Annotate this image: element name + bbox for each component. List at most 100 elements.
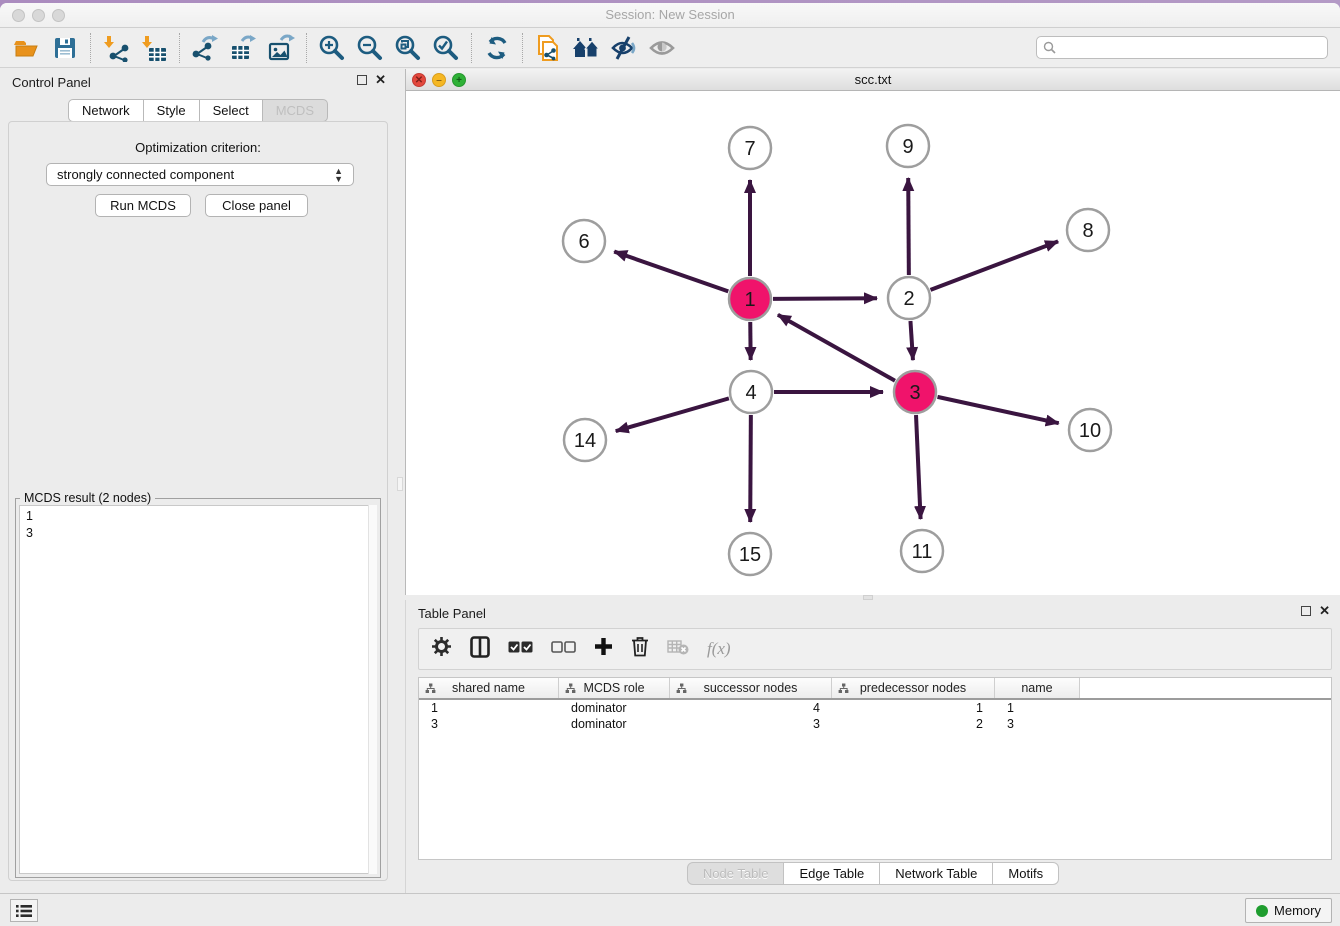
node-label-7: 7 — [744, 138, 755, 160]
table-cell[interactable]: dominator — [559, 700, 670, 716]
graph-edge-2-8[interactable] — [931, 241, 1059, 289]
table-cell[interactable]: 3 — [419, 716, 559, 732]
selected-criterion: strongly connected component — [57, 167, 234, 182]
close-panel-button[interactable]: Close panel — [205, 194, 308, 217]
export-table-icon[interactable] — [224, 31, 262, 65]
node-label-3: 3 — [909, 382, 920, 404]
zoom-in-icon[interactable] — [313, 31, 351, 65]
graph-edge-2-3[interactable] — [910, 321, 912, 360]
import-network-icon[interactable] — [97, 31, 135, 65]
memory-button[interactable]: Memory — [1245, 898, 1332, 923]
search-container — [1036, 36, 1328, 59]
delete-table-icon[interactable] — [667, 639, 689, 660]
list-icon — [16, 904, 32, 918]
column-header-predecessor-nodes[interactable]: predecessor nodes — [832, 678, 995, 698]
column-header-name[interactable]: name — [995, 678, 1080, 698]
tab-node-table[interactable]: Node Table — [687, 862, 785, 885]
zoom-fit-icon[interactable] — [389, 31, 427, 65]
column-header-shared-name[interactable]: shared name — [419, 678, 559, 698]
network-canvas[interactable]: 7968124314101511 — [406, 91, 1340, 595]
float-panel-icon[interactable] — [357, 75, 367, 85]
export-image-icon[interactable] — [262, 31, 300, 65]
run-mcds-button[interactable]: Run MCDS — [95, 194, 191, 217]
control-panel-tabs: NetworkStyleSelectMCDS — [0, 99, 396, 122]
tab-network[interactable]: Network — [68, 99, 144, 122]
table-cell[interactable]: 3 — [995, 716, 1080, 732]
table-body: 1dominator4113dominator323 — [419, 700, 1331, 732]
table-panel: Table Panel ✕ — [405, 600, 1340, 893]
table-cell[interactable]: 1 — [832, 700, 995, 716]
delete-column-icon[interactable] — [631, 636, 649, 662]
toolbar-separator — [522, 33, 523, 63]
node-label-9: 9 — [902, 136, 913, 158]
export-network-icon[interactable] — [186, 31, 224, 65]
save-icon[interactable] — [46, 31, 84, 65]
table-options-icon[interactable] — [431, 636, 452, 662]
window-title: Session: New Session — [0, 7, 1340, 22]
tab-network-table[interactable]: Network Table — [880, 862, 993, 885]
column-header-successor-nodes[interactable]: successor nodes — [670, 678, 832, 698]
graph-edge-3-1[interactable] — [778, 315, 895, 381]
deselect-all-icon[interactable] — [551, 640, 576, 658]
chevron-updown-icon: ▲▼ — [334, 167, 343, 183]
table-panel-title: Table Panel — [418, 606, 486, 621]
graph-edge-4-15[interactable] — [750, 415, 751, 522]
tab-edge-table[interactable]: Edge Table — [784, 862, 880, 885]
hide-selected-icon[interactable] — [605, 31, 643, 65]
refresh-icon[interactable] — [478, 31, 516, 65]
tab-mcds[interactable]: MCDS — [263, 99, 328, 122]
table-cell[interactable]: 4 — [670, 700, 832, 716]
node-label-11: 11 — [912, 541, 933, 563]
graph-edges — [614, 178, 1059, 522]
network-title: scc.txt — [406, 72, 1340, 87]
column-visibility-icon[interactable] — [470, 636, 490, 663]
memory-status-icon — [1256, 905, 1268, 917]
status-bar: Memory — [0, 893, 1340, 926]
open-folder-icon[interactable] — [8, 31, 46, 65]
add-column-icon[interactable] — [594, 637, 613, 661]
search-input[interactable] — [1036, 36, 1328, 59]
table-cell[interactable]: dominator — [559, 716, 670, 732]
main-toolbar — [0, 28, 1340, 68]
toolbar-separator — [306, 33, 307, 63]
optimization-criterion-select[interactable]: strongly connected component ▲▼ — [46, 163, 354, 186]
function-builder-icon[interactable]: f(x) — [707, 639, 731, 659]
splitter-grip[interactable] — [397, 477, 403, 491]
node-label-4: 4 — [745, 382, 756, 404]
graph-edge-1-2[interactable] — [773, 298, 877, 299]
table-cell[interactable]: 1 — [995, 700, 1080, 716]
graph-edge-3-11[interactable] — [916, 415, 921, 519]
select-all-icon[interactable] — [508, 640, 533, 658]
task-history-button[interactable] — [10, 899, 38, 922]
clone-network-icon[interactable] — [529, 31, 567, 65]
table-row[interactable]: 3dominator323 — [419, 716, 1331, 732]
graph-edge-1-6[interactable] — [614, 252, 728, 292]
table-cell[interactable]: 1 — [419, 700, 559, 716]
graph-edge-2-9[interactable] — [908, 178, 909, 275]
tab-motifs[interactable]: Motifs — [993, 862, 1059, 885]
tab-select[interactable]: Select — [200, 99, 263, 122]
import-table-icon[interactable] — [135, 31, 173, 65]
result-scrollbar[interactable] — [368, 505, 377, 874]
column-header-MCDS-role[interactable]: MCDS role — [559, 678, 670, 698]
vertical-splitter[interactable] — [396, 69, 405, 893]
app-window: Session: New Session — [0, 3, 1340, 926]
first-neighbors-icon[interactable] — [567, 31, 605, 65]
table-cell[interactable]: 2 — [832, 716, 995, 732]
zoom-selected-icon[interactable] — [427, 31, 465, 65]
zoom-out-icon[interactable] — [351, 31, 389, 65]
table-row[interactable]: 1dominator411 — [419, 700, 1331, 716]
float-panel-icon[interactable] — [1301, 606, 1311, 616]
toolbar-separator — [471, 33, 472, 63]
mcds-result-text[interactable]: 1 3 — [19, 505, 377, 874]
tab-style[interactable]: Style — [144, 99, 200, 122]
graph-edge-4-14[interactable] — [616, 398, 729, 431]
show-all-icon[interactable] — [643, 31, 681, 65]
graph-edge-3-10[interactable] — [937, 397, 1058, 423]
close-panel-icon[interactable]: ✕ — [1319, 606, 1330, 616]
control-panel-title: Control Panel — [12, 75, 91, 90]
close-panel-icon[interactable]: ✕ — [375, 75, 386, 85]
table-cell[interactable]: 3 — [670, 716, 832, 732]
node-label-15: 15 — [739, 544, 761, 566]
node-label-6: 6 — [578, 231, 589, 253]
